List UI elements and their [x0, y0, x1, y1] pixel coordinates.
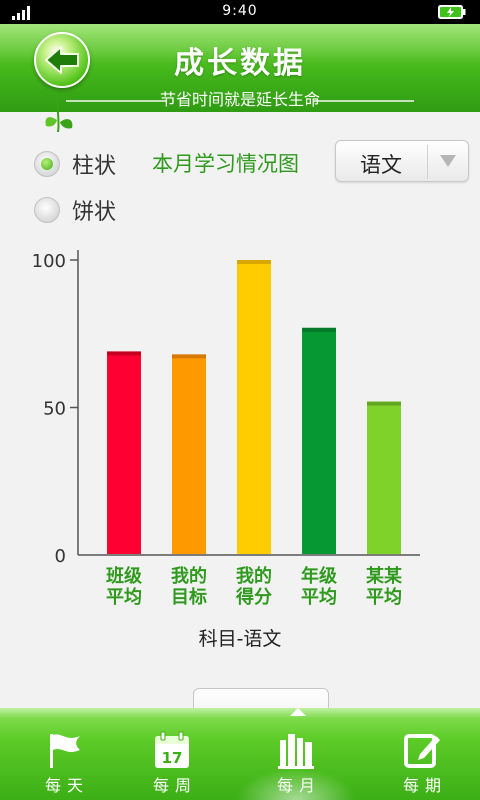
chart-bar-cap [107, 351, 141, 356]
radio-bar-indicator [34, 151, 60, 177]
y-tick-label: 0 [55, 546, 66, 567]
radio-bar-chart[interactable]: 柱状 [34, 148, 116, 180]
battery-charging-icon [438, 5, 466, 19]
bottom-tab-bar: 每天 17 每周 每月 每期 [0, 708, 480, 800]
bar-chart: 0 50 100 [32, 250, 420, 567]
active-tab-notch [290, 708, 306, 716]
chart-bar-cap [367, 401, 401, 406]
x-tick-label: 班级 平均 [106, 566, 142, 608]
radio-pie-chart[interactable]: 饼状 [34, 194, 116, 226]
x-tick-label: 某某 平均 [366, 566, 402, 608]
tab-weekly[interactable]: 17 每周 [112, 708, 232, 800]
status-time: 9:40 [222, 3, 258, 19]
tab-daily-label: 每天 [44, 776, 89, 795]
dropdown-separator [427, 145, 428, 179]
x-tick-label: 我的 目标 [171, 566, 207, 608]
y-tick-label: 50 [43, 399, 66, 420]
edit-icon [404, 734, 440, 768]
chevron-down-icon [440, 155, 456, 167]
chart-bar [302, 327, 336, 554]
y-tick-label: 100 [32, 251, 66, 272]
back-button[interactable] [34, 32, 90, 88]
back-arrow-icon [45, 46, 79, 74]
subject-selected-value: 语文 [360, 153, 402, 177]
radio-pie-label: 饼状 [72, 200, 117, 225]
x-axis-title: 科目-语文 [198, 628, 282, 650]
leaf-icon [45, 96, 73, 132]
tab-term-label: 每期 [402, 776, 447, 795]
books-icon [278, 734, 314, 769]
chart-bar-cap [172, 354, 206, 359]
chart-bar-cap [302, 327, 336, 332]
chart-bar [172, 354, 206, 554]
chart-bar-cap [237, 260, 271, 264]
status-bar: 9:40 [0, 0, 480, 24]
radio-bar-label: 柱状 [72, 154, 117, 179]
chart-heading: 本月学习情况图 [152, 152, 299, 176]
radio-pie-indicator [34, 197, 60, 223]
calendar-day-number: 17 [162, 749, 183, 767]
chart-bar [367, 401, 401, 554]
tab-monthly[interactable]: 每月 [236, 708, 356, 800]
tab-term[interactable]: 每期 [362, 708, 480, 800]
chart-bar [237, 260, 271, 554]
tab-daily[interactable]: 每天 [4, 708, 124, 800]
tab-weekly-label: 每周 [152, 776, 197, 795]
x-tick-label: 我的 得分 [236, 566, 272, 608]
chart-bar [107, 351, 141, 554]
x-tick-label: 年级 平均 [301, 566, 337, 608]
subject-dropdown[interactable]: 语文 [335, 140, 469, 182]
tab-monthly-label: 每月 [276, 776, 321, 795]
flag-icon [50, 734, 80, 768]
calendar-icon: 17 [155, 731, 189, 768]
